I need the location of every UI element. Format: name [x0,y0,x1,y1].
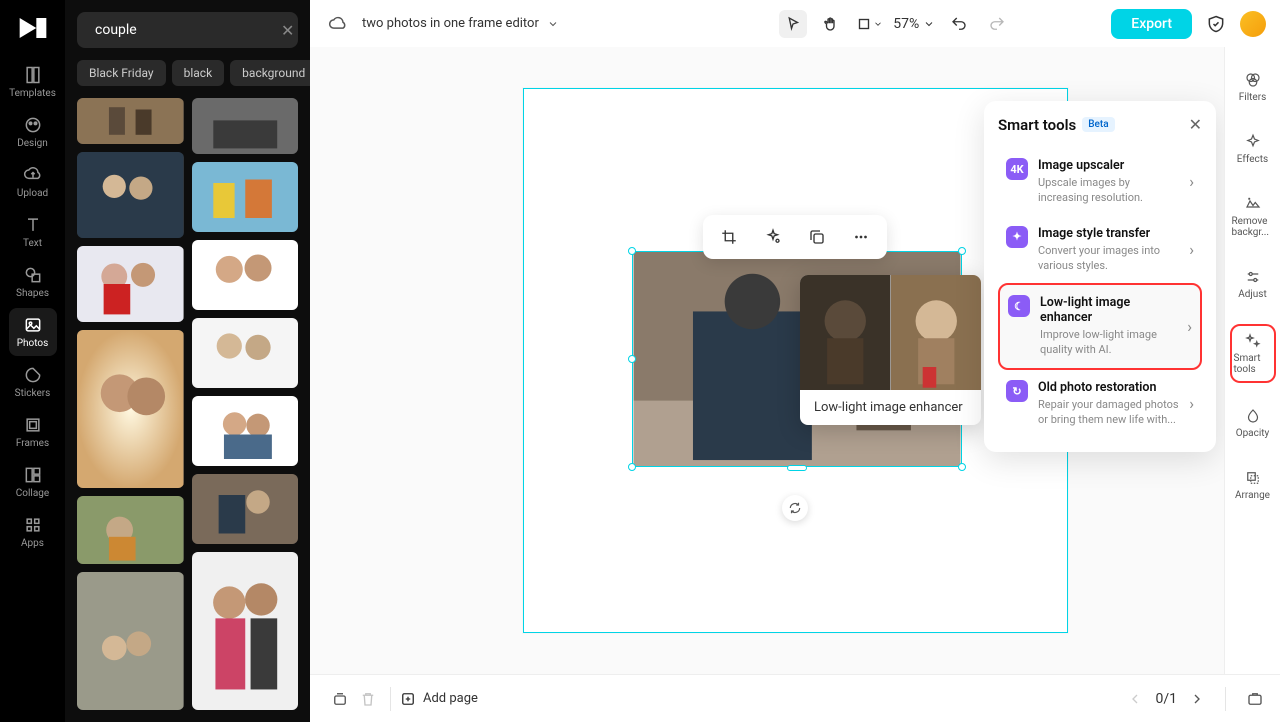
nav-design[interactable]: Design [9,108,57,156]
chevron-right-icon: › [1189,240,1194,259]
nav-label: Shapes [16,288,49,299]
user-avatar[interactable] [1240,11,1266,37]
hand-tool[interactable] [817,10,845,38]
photo-result[interactable] [77,152,184,238]
app-logo[interactable] [13,8,53,48]
right-filters[interactable]: Filters [1230,65,1276,109]
photo-result[interactable] [192,98,299,154]
delete-page-icon[interactable] [354,685,382,713]
tool-title: Image style transfer [1038,226,1179,241]
tool-icon: 4K [1006,158,1028,180]
nav-text[interactable]: Text [9,208,57,256]
filter-tag[interactable]: black [172,60,225,86]
photo-result[interactable] [192,318,299,388]
photo-result[interactable] [192,240,299,310]
nav-label: Apps [21,538,44,549]
nav-label: Templates [9,88,56,99]
duplicate-icon[interactable] [803,223,831,251]
filter-tag[interactable]: background [230,60,310,86]
layers-icon[interactable] [326,685,354,713]
search-input[interactable] [95,22,273,38]
redo-button[interactable] [983,10,1011,38]
right-arrange[interactable]: Arrange [1230,463,1276,507]
photo-result[interactable] [77,572,184,710]
tool-icon: ✦ [1006,226,1028,248]
photo-result[interactable] [192,162,299,232]
nav-label: Stickers [15,388,51,399]
nav-label: Upload [17,188,48,199]
nav-label: Photos [17,338,49,349]
export-button[interactable]: Export [1111,9,1192,39]
tool-title: Old photo restoration [1038,380,1179,395]
preview-label: Low-light image enhancer [800,390,981,425]
search-box[interactable]: ✕ [77,12,298,48]
shield-icon[interactable] [1202,10,1230,38]
photo-result[interactable] [77,496,184,564]
nav-frames[interactable]: Frames [9,408,57,456]
crop-tool[interactable] [855,10,883,38]
nav-shapes[interactable]: Shapes [9,258,57,306]
tool-icon: ↻ [1006,380,1028,402]
chevron-right-icon: › [1187,317,1192,336]
photo-result[interactable] [77,98,184,144]
tool-preview-tooltip: Low-light image enhancer [800,275,981,425]
nav-templates[interactable]: Templates [9,58,57,106]
nav-label: Text [23,238,42,249]
tool-desc: Convert your images into various styles. [1038,244,1179,274]
smart-tool-item[interactable]: ✦ Image style transfer Convert your images… [998,216,1202,284]
nav-upload[interactable]: Upload [9,158,57,206]
smart-tools-panel: Smart tools Beta ✕ 4K Image upscaler Upsca… [984,101,1216,452]
ai-tools-icon[interactable] [759,223,787,251]
chevron-right-icon: › [1189,394,1194,413]
image-toolbar [703,215,887,259]
right-adjust[interactable]: Adjust [1230,262,1276,306]
crop-icon[interactable] [715,223,743,251]
photo-result[interactable] [192,474,299,544]
document-title[interactable]: two photos in one frame editor [362,16,559,31]
more-icon[interactable] [847,223,875,251]
next-page-icon[interactable] [1189,691,1205,707]
nav-collage[interactable]: Collage [9,458,57,506]
panel-title: Smart tools [998,116,1076,134]
tool-desc: Repair your damaged photos or bring them… [1038,398,1179,428]
rotate-handle[interactable] [782,495,808,521]
beta-badge: Beta [1082,117,1114,132]
nav-stickers[interactable]: Stickers [9,358,57,406]
nav-label: Design [17,138,48,149]
right-opacity[interactable]: Opacity [1230,401,1276,445]
prev-page-icon[interactable] [1127,691,1143,707]
tool-title: Low-light image enhancer [1040,295,1177,325]
cloud-sync-icon[interactable] [324,10,352,38]
add-page-button[interactable]: Add page [399,690,478,708]
smart-tool-item[interactable]: ↻ Old photo restoration Repair your damage… [998,370,1202,438]
cursor-tool[interactable] [779,10,807,38]
chevron-down-icon [547,18,559,30]
present-icon[interactable] [1246,690,1264,708]
photo-result[interactable] [77,246,184,322]
right-effects[interactable]: Effects [1230,127,1276,171]
tool-icon: ☾ [1008,295,1030,317]
undo-button[interactable] [945,10,973,38]
right-remove-bg[interactable]: Remove backgr... [1230,189,1276,244]
zoom-level[interactable]: 57% [893,16,935,32]
nav-label: Frames [16,438,49,449]
right-smart-tools[interactable]: Smart tools [1230,324,1276,383]
photo-result[interactable] [192,552,299,710]
clear-search-icon[interactable]: ✕ [281,21,294,40]
chevron-right-icon: › [1189,172,1194,191]
smart-tool-item[interactable]: 4K Image upscaler Upscale images by increa… [998,148,1202,216]
smart-tool-item[interactable]: ☾ Low-light image enhancerImprove low-lig… [998,283,1202,370]
photo-result[interactable] [77,330,184,488]
close-panel-icon[interactable]: ✕ [1189,115,1202,134]
tool-desc: Improve low-light image quality with AI. [1040,328,1177,358]
nav-label: Collage [16,488,49,499]
nav-photos[interactable]: Photos [9,308,57,356]
nav-apps[interactable]: Apps [9,508,57,556]
page-indicator: 0/1 [1155,691,1177,707]
tool-title: Image upscaler [1038,158,1179,173]
photo-result[interactable] [192,396,299,466]
filter-tag[interactable]: Black Friday [77,60,166,86]
tool-desc: Upscale images by increasing resolution. [1038,176,1179,206]
